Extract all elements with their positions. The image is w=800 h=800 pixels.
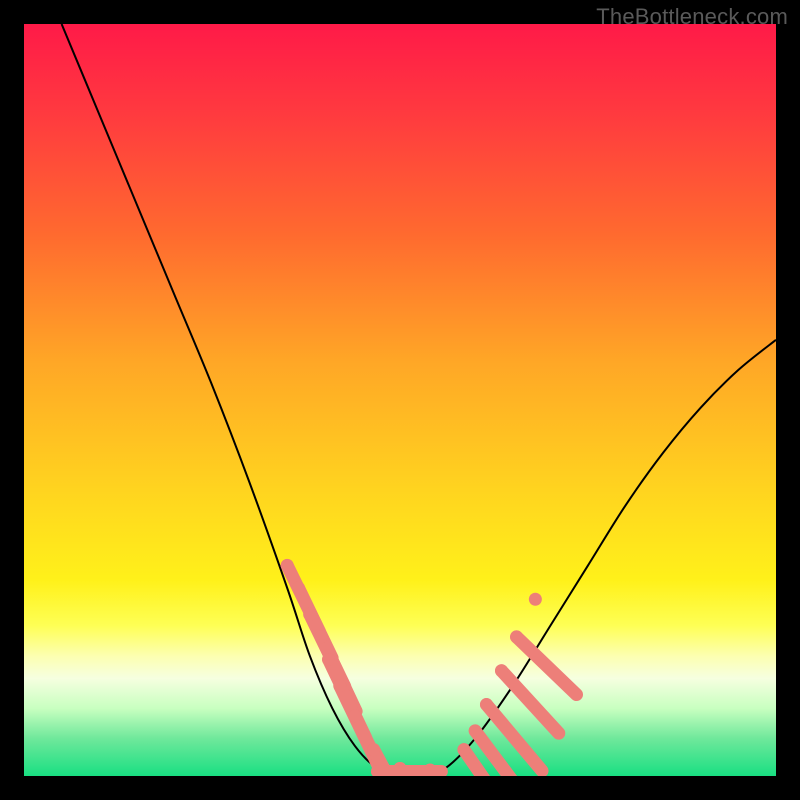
- bottleneck-curve: [62, 24, 776, 776]
- marker-group: [281, 559, 577, 776]
- marker-dot: [367, 743, 380, 756]
- marker-dot: [292, 582, 305, 595]
- marker-dot: [529, 593, 542, 606]
- marker-dot: [303, 608, 316, 621]
- marker-dot: [333, 679, 346, 692]
- marker-dot: [281, 559, 294, 572]
- marker-dot: [495, 664, 508, 677]
- marker-dot: [315, 630, 328, 643]
- marker-dot: [469, 724, 482, 737]
- plot-area: [24, 24, 776, 776]
- curve-layer: [24, 24, 776, 776]
- marker-dot: [457, 743, 470, 756]
- chart-frame: TheBottleneck.com: [0, 0, 800, 800]
- watermark-label: TheBottleneck.com: [596, 4, 788, 30]
- marker-dot: [348, 709, 361, 722]
- marker-dot: [510, 630, 523, 643]
- marker-dot: [480, 698, 493, 711]
- marker-dot: [322, 653, 335, 666]
